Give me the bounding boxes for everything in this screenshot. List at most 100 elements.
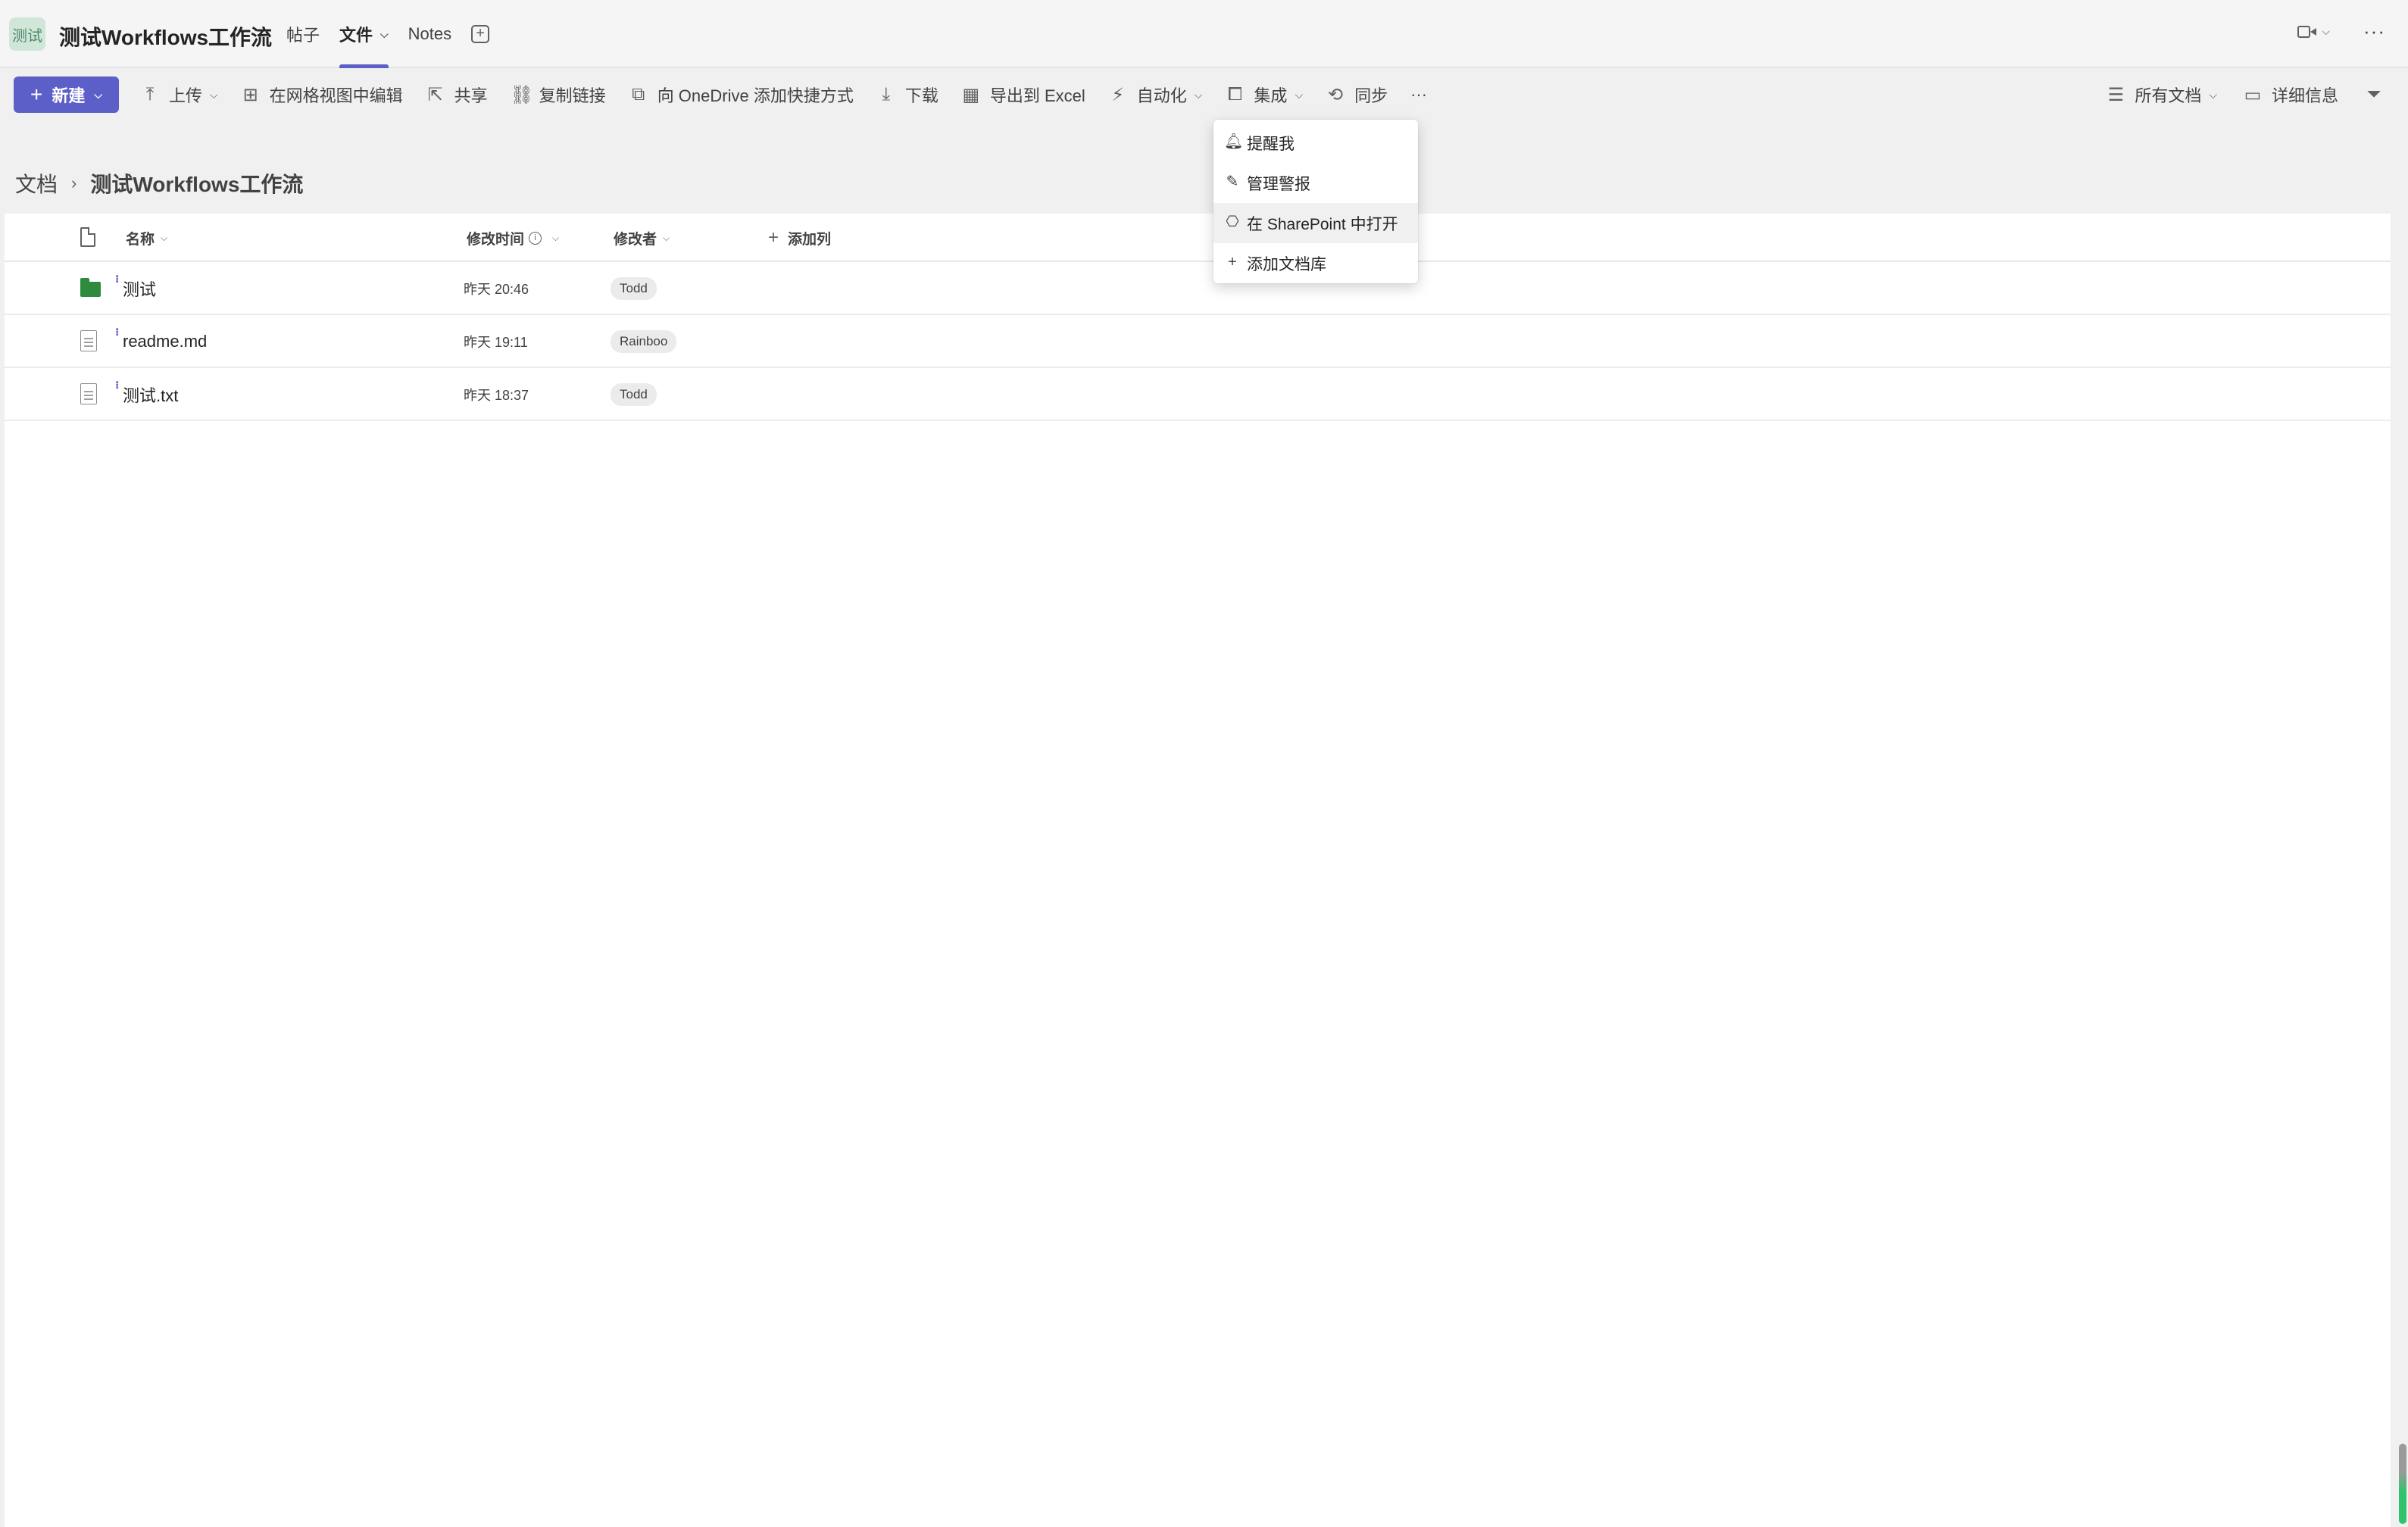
table-row[interactable]: ⁝ 测试.txt 昨天 18:37 Todd — [5, 368, 2391, 421]
info-icon[interactable]: i — [529, 231, 542, 245]
column-header-name[interactable]: 名称 ⌵ — [126, 214, 167, 262]
sync-button[interactable]: ⟲ 同步 — [1326, 77, 1388, 113]
new-item-icon: ⁝ — [115, 326, 120, 338]
item-name[interactable]: readme.md — [123, 315, 207, 368]
list-view-icon: ☰ — [2107, 84, 2125, 105]
integrate-button[interactable]: ⧠ 集成 ⌵ — [1225, 77, 1303, 113]
upload-button[interactable]: ⤒ 上传 ⌵ — [140, 77, 218, 113]
item-modified: 昨天 20:46 — [464, 282, 529, 297]
item-name[interactable]: 测试 — [123, 262, 156, 315]
add-column-button[interactable]: + 添加列 — [768, 214, 831, 262]
details-pane-icon: ▭ — [2244, 84, 2262, 105]
channel-header: 测试 测试Workflows工作流 帖子 文件 ⌵ Notes + ⌵ ··· — [0, 0, 2408, 68]
document-list: 名称 ⌵ 修改时间 i ⌵ 修改者 ⌵ + 添加列 ⁝ 测试 昨天 20:46 … — [5, 214, 2391, 1527]
copy-link-label: 复制链接 — [539, 86, 606, 105]
file-type-icon[interactable] — [80, 227, 95, 247]
channel-tabs: 帖子 文件 ⌵ Notes + — [286, 0, 490, 68]
chevron-down-icon: ⌵ — [663, 232, 670, 243]
modified-by-pill: Todd — [611, 277, 657, 300]
automate-label: 自动化 — [1136, 86, 1187, 105]
sync-icon: ⟲ — [1328, 84, 1344, 105]
channel-title: 测试Workflows工作流 — [59, 26, 273, 49]
new-button-label: 新建 — [52, 86, 86, 105]
tab-posts-label: 帖子 — [286, 26, 320, 45]
integrate-icon: ⧠ — [1227, 84, 1243, 105]
item-modified: 昨天 19:11 — [464, 335, 528, 350]
table-row[interactable]: ⁝ 测试 昨天 20:46 Todd — [5, 262, 2391, 315]
item-modified: 昨天 18:37 — [464, 388, 529, 403]
item-name[interactable]: 测试.txt — [123, 368, 178, 421]
item-modified-by[interactable]: Rainboo — [611, 315, 677, 368]
modified-by-pill: Rainboo — [611, 330, 677, 353]
chevron-down-icon: ⌵ — [161, 232, 168, 243]
onedrive-shortcut-button[interactable]: ⧉ 向 OneDrive 添加快捷方式 — [629, 77, 854, 113]
table-row[interactable]: ⁝ readme.md 昨天 19:11 Rainboo — [5, 315, 2391, 368]
chevron-down-icon: ⌵ — [1194, 88, 1203, 101]
menu-item-label: 在 SharePoint 中打开 — [1247, 215, 1398, 233]
integrate-label: 集成 — [1254, 86, 1288, 105]
folder-icon — [80, 278, 101, 297]
menu-item-add-library[interactable]: + 添加文档库 — [1213, 243, 1418, 283]
more-commands-button[interactable]: ··· — [1410, 77, 1427, 113]
grid-edit-label: 在网格视图中编辑 — [269, 86, 403, 105]
grid-icon: ⊞ — [242, 84, 258, 105]
header-actions: ⌵ ··· — [2297, 20, 2385, 43]
item-modified-by[interactable]: Todd — [611, 262, 657, 315]
text-file-icon — [80, 383, 97, 404]
command-bar-right: ☰ 所有文档 ⌵ ▭ 详细信息 ⏷ — [2106, 70, 2393, 120]
grid-edit-button[interactable]: ⊞ 在网格视图中编辑 — [241, 77, 403, 113]
copy-link-button[interactable]: ⛓ 复制链接 — [511, 77, 606, 113]
command-bar: + 新建 ⌵ ⤒ 上传 ⌵ ⊞ 在网格视图中编辑 ⇱ 共享 ⛓ 复制链接 ⧉ 向… — [0, 70, 2408, 120]
column-modified-by-label: 修改者 — [614, 231, 657, 248]
share-icon: ⇱ — [427, 84, 443, 105]
teams-files-app: 测试 测试Workflows工作流 帖子 文件 ⌵ Notes + ⌵ ··· … — [0, 0, 2408, 1527]
chevron-down-icon: ⌵ — [1295, 88, 1304, 101]
chevron-down-icon: ⌵ — [2209, 88, 2217, 101]
download-icon: ⤓ — [882, 84, 891, 105]
menu-item-label: 提醒我 — [1247, 135, 1295, 153]
plus-icon: + — [768, 227, 779, 248]
automate-button[interactable]: ⚡ 自动化 ⌵ — [1108, 77, 1203, 113]
tab-posts[interactable]: 帖子 — [286, 0, 320, 68]
chevron-down-icon: ⌵ — [210, 88, 218, 101]
chevron-down-icon: ⌵ — [2322, 25, 2331, 37]
more-icon[interactable]: ··· — [2363, 20, 2385, 43]
chevron-down-icon: ⌵ — [94, 88, 102, 101]
manage-alerts-icon: ✎ — [1226, 173, 1239, 190]
download-label: 下载 — [904, 86, 939, 105]
meet-button[interactable]: ⌵ — [2297, 25, 2330, 39]
shortcut-icon: ⧉ — [632, 84, 645, 105]
column-header-modified[interactable]: 修改时间 i ⌵ — [467, 214, 559, 262]
chevron-down-icon: ⌵ — [552, 232, 560, 243]
tab-files[interactable]: 文件 ⌵ — [339, 0, 389, 68]
view-switcher[interactable]: ☰ 所有文档 ⌵ — [2106, 77, 2217, 113]
team-avatar[interactable]: 测试 — [9, 17, 45, 51]
filter-button[interactable]: ⏷ — [2364, 77, 2393, 113]
scrollbar-thumb[interactable] — [2399, 1444, 2406, 1524]
download-button[interactable]: ⤓ 下载 — [876, 77, 939, 113]
tab-files-label: 文件 — [339, 26, 373, 45]
item-modified-by[interactable]: Todd — [611, 368, 657, 421]
chevron-down-icon: ⌵ — [380, 27, 389, 40]
tab-notes[interactable]: Notes — [408, 0, 451, 68]
bell-icon: 🔔︎ — [1224, 133, 1244, 150]
markdown-file-icon — [80, 330, 97, 351]
column-header-modified-by[interactable]: 修改者 ⌵ — [614, 214, 670, 262]
plus-icon: + — [1228, 254, 1237, 270]
video-icon — [2297, 25, 2317, 39]
upload-icon: ⤒ — [145, 84, 155, 105]
breadcrumb-current: 测试Workflows工作流 — [90, 173, 304, 196]
menu-item-open-in-sharepoint[interactable]: ⎔ 在 SharePoint 中打开 — [1213, 203, 1418, 243]
new-button[interactable]: + 新建 ⌵ — [14, 77, 119, 113]
add-tab-icon[interactable]: + — [471, 25, 490, 43]
breadcrumb: 文档 › 测试Workflows工作流 — [15, 168, 303, 198]
menu-item-manage-alerts[interactable]: ✎ 管理警报 — [1213, 163, 1418, 203]
menu-item-alert-me[interactable]: 🔔︎ 提醒我 — [1213, 123, 1418, 163]
tab-notes-label: Notes — [408, 24, 452, 43]
details-pane-button[interactable]: ▭ 详细信息 — [2243, 77, 2338, 113]
breadcrumb-root[interactable]: 文档 — [15, 168, 58, 198]
share-button[interactable]: ⇱ 共享 — [426, 77, 488, 113]
export-excel-button[interactable]: ▦ 导出到 Excel — [961, 77, 1085, 113]
add-column-label: 添加列 — [788, 231, 832, 248]
automate-icon: ⚡ — [1111, 84, 1125, 105]
